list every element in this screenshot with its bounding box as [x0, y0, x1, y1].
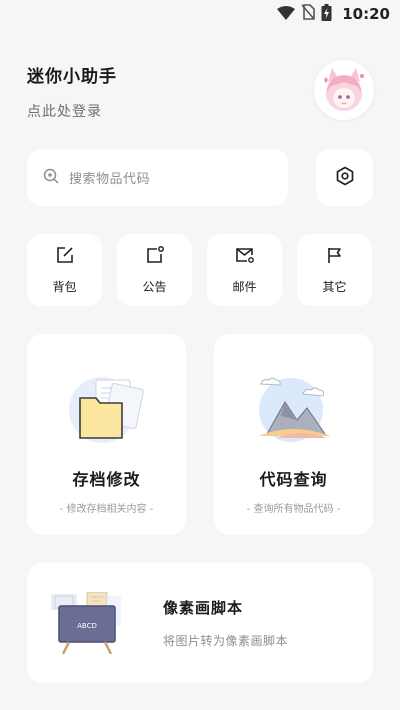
quick-item-other[interactable]: 其它	[297, 234, 372, 306]
quick-item-notice[interactable]: 公告	[117, 234, 192, 306]
quick-item-label: 背包	[52, 279, 77, 294]
card-title: 存档修改	[72, 470, 141, 489]
mountain-illustration-icon	[258, 377, 331, 442]
pixel-art-card[interactable]: ABCD 像素画脚本 将图片转为像素画脚本	[27, 563, 373, 683]
card-subtitle: 将图片转为像素画脚本	[163, 634, 289, 648]
quick-actions: 背包 公告 邮件 其它	[27, 234, 372, 306]
card-title: 代码查询	[259, 470, 328, 489]
quick-item-label: 其它	[322, 279, 347, 294]
search-icon	[43, 168, 59, 188]
wifi-icon	[277, 5, 296, 24]
code-lookup-card[interactable]: 代码查询 - 查询所有物品代码 -	[214, 334, 373, 535]
status-bar: 10:20	[0, 0, 400, 28]
search-input[interactable]: 搜索物品代码	[27, 149, 288, 206]
notice-icon	[146, 245, 164, 268]
quick-item-backpack[interactable]: 背包	[27, 234, 102, 306]
save-edit-card[interactable]: 存档修改 - 修改存档相关内容 -	[27, 334, 186, 535]
quick-item-label: 邮件	[232, 279, 257, 294]
board-text: ABCD	[77, 622, 97, 630]
settings-hexagon-icon	[335, 166, 355, 190]
card-title: 像素画脚本	[163, 599, 244, 617]
mail-icon	[235, 246, 255, 268]
quick-item-mail[interactable]: 邮件	[207, 234, 282, 306]
battery-charging-icon	[321, 3, 332, 25]
anime-avatar-icon	[314, 60, 374, 120]
card-subtitle: - 查询所有物品代码 -	[246, 504, 341, 515]
settings-button[interactable]	[316, 149, 373, 206]
search-placeholder: 搜索物品代码	[69, 172, 151, 187]
app-title: 迷你小助手	[27, 67, 117, 87]
header: 迷你小助手 点此处登录	[27, 62, 117, 121]
avatar[interactable]	[314, 60, 374, 120]
clock: 10:20	[342, 5, 390, 23]
folder-illustration-icon	[68, 377, 144, 443]
blackboard-illustration-icon: ABCD	[51, 592, 121, 654]
pixel-art-texts: 像素画脚本 将图片转为像素画脚本	[163, 597, 288, 649]
login-link[interactable]: 点此处登录	[27, 101, 117, 121]
flag-icon	[326, 246, 344, 268]
no-sim-icon	[301, 4, 316, 24]
card-subtitle: - 修改存档相关内容 -	[59, 504, 154, 515]
edit-square-icon	[56, 246, 74, 268]
quick-item-label: 公告	[142, 279, 167, 294]
